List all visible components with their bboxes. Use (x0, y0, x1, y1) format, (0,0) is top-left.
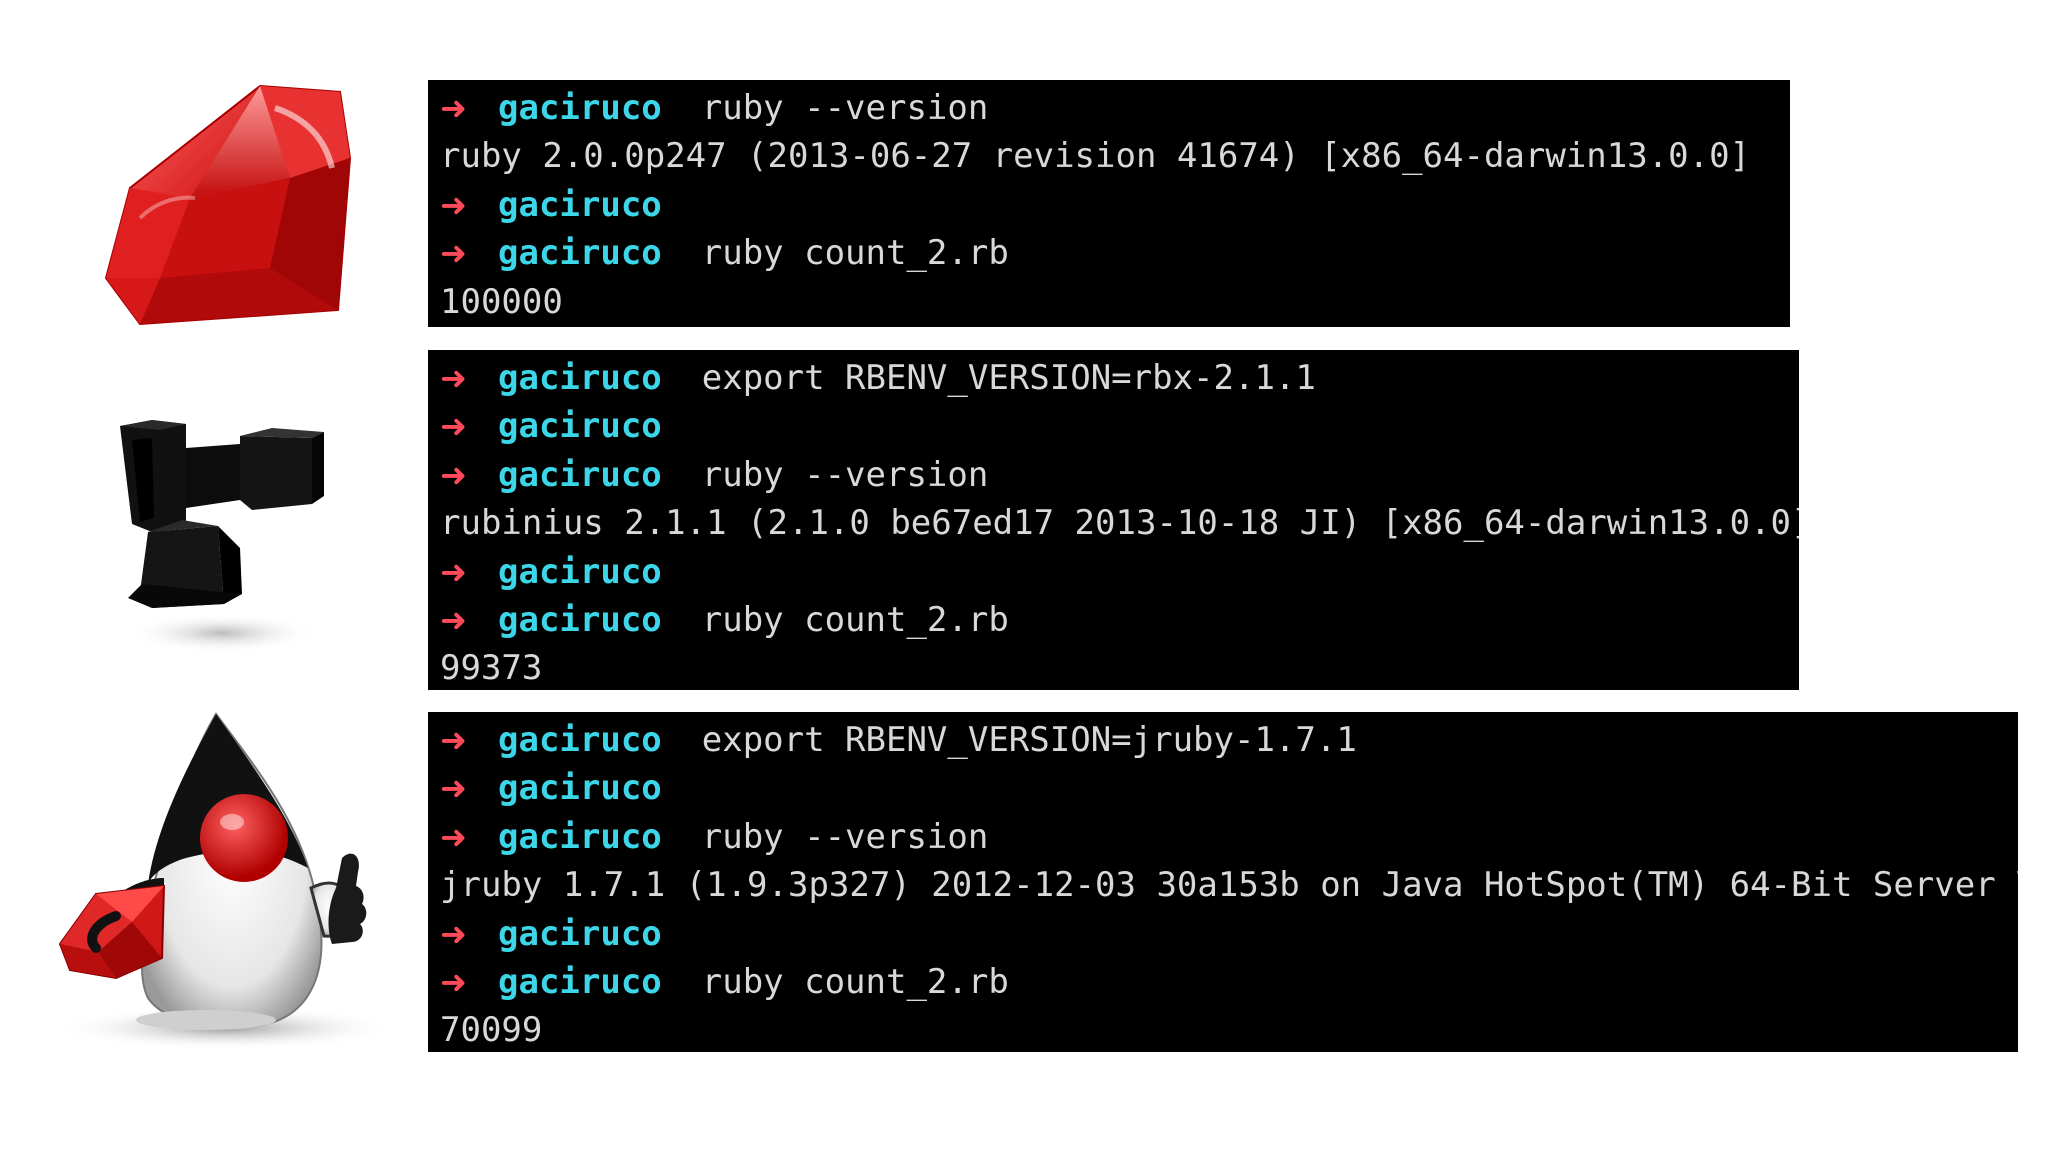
prompt-arrow-icon: ➜ (440, 234, 467, 273)
prompt-line: ➜ gaciruco (440, 548, 1799, 596)
prompt-hostname: gaciruco (498, 358, 662, 398)
prompt-line: ➜ gaciruco ruby count_2.rb (440, 596, 1799, 644)
output-line: 70099 (440, 1006, 2018, 1052)
prompt-line: ➜ gaciruco ruby --version (440, 84, 1790, 132)
prompt-arrow-icon: ➜ (440, 721, 467, 759)
prompt-hostname: gaciruco (498, 816, 662, 857)
prompt-command: ruby count_2.rb (701, 233, 1009, 274)
prompt-arrow-icon: ➜ (440, 407, 467, 446)
prompt-line: ➜ gaciruco ruby count_2.rb (440, 229, 1790, 277)
prompt-hostname: gaciruco (498, 233, 662, 274)
terminal-rubinius: ➜ gaciruco export RBENV_VERSION=rbx-2.1.1 ➜… (428, 350, 1799, 690)
output-line: rubinius 2.1.1 (2.1.0 be67ed17 2013-10-1… (440, 499, 1799, 547)
prompt-line: ➜ gaciruco (440, 181, 1790, 229)
prompt-line: ➜ gaciruco (440, 402, 1799, 450)
ruby-logo-icon (100, 78, 362, 334)
prompt-hostname: gaciruco (498, 88, 662, 128)
prompt-line: ➜ gaciruco (440, 764, 2018, 812)
prompt-hostname: gaciruco (498, 961, 662, 1002)
prompt-hostname: gaciruco (498, 184, 662, 225)
output-text: ruby 2.0.0p247 (2013-06-27 revision 4167… (440, 136, 1751, 177)
prompt-arrow-icon: ➜ (440, 89, 467, 127)
prompt-hostname: gaciruco (498, 720, 662, 760)
prompt-arrow-icon: ➜ (440, 552, 467, 591)
output-text: 70099 (440, 1010, 543, 1051)
prompt-hostname: gaciruco (498, 454, 662, 495)
prompt-arrow-icon: ➜ (440, 600, 467, 639)
prompt-line: ➜ gaciruco export RBENV_VERSION=jruby-1.7.… (440, 716, 2018, 764)
rubinius-logo-icon (112, 408, 342, 658)
output-text: rubinius 2.1.1 (2.1.0 be67ed17 2013-10-1… (440, 503, 1799, 544)
prompt-line: ➜ gaciruco ruby --version (440, 451, 1799, 499)
output-line: 99373 (440, 644, 1799, 690)
terminal-jruby: ➜ gaciruco export RBENV_VERSION=jruby-1.7.… (428, 712, 2018, 1052)
output-text: 100000 (440, 281, 563, 322)
prompt-arrow-icon: ➜ (440, 359, 467, 397)
prompt-command: ruby --version (701, 454, 989, 495)
slide: ➜ gaciruco ruby --version ruby 2.0.0p247 (2… (0, 0, 2048, 1152)
prompt-arrow-icon: ➜ (440, 185, 467, 224)
output-line: ruby 2.0.0p247 (2013-06-27 revision 4167… (440, 132, 1790, 180)
prompt-hostname: gaciruco (498, 599, 662, 640)
prompt-arrow-icon: ➜ (440, 455, 467, 494)
prompt-command: ruby --version (701, 88, 989, 128)
prompt-command: export RBENV_VERSION=jruby-1.7.1 (701, 720, 1357, 760)
prompt-command: ruby count_2.rb (701, 599, 1009, 640)
prompt-hostname: gaciruco (498, 551, 662, 592)
prompt-line: ➜ gaciruco (440, 910, 2018, 958)
prompt-line: ➜ gaciruco ruby --version (440, 813, 2018, 861)
prompt-line: ➜ gaciruco export RBENV_VERSION=rbx-2.1.1 (440, 354, 1799, 402)
prompt-line: ➜ gaciruco ruby count_2.rb (440, 958, 2018, 1006)
output-text: jruby 1.7.1 (1.9.3p327) 2012-12-03 30a15… (440, 865, 2018, 906)
terminal-mri-ruby: ➜ gaciruco ruby --version ruby 2.0.0p247 (2… (428, 80, 1790, 327)
prompt-arrow-icon: ➜ (440, 962, 467, 1001)
prompt-hostname: gaciruco (498, 913, 662, 954)
prompt-command: ruby count_2.rb (701, 961, 1009, 1002)
output-line: jruby 1.7.1 (1.9.3p327) 2012-12-03 30a15… (440, 861, 2018, 909)
prompt-arrow-icon: ➜ (440, 817, 467, 856)
prompt-command: ruby --version (701, 816, 989, 857)
prompt-arrow-icon: ➜ (440, 914, 467, 953)
jruby-duke-logo-icon (56, 708, 408, 1050)
prompt-hostname: gaciruco (498, 406, 662, 447)
output-line: 100000 (440, 278, 1790, 326)
prompt-hostname: gaciruco (498, 768, 662, 809)
prompt-arrow-icon: ➜ (440, 769, 467, 808)
output-text: 99373 (440, 648, 543, 689)
prompt-command: export RBENV_VERSION=rbx-2.1.1 (701, 358, 1316, 398)
